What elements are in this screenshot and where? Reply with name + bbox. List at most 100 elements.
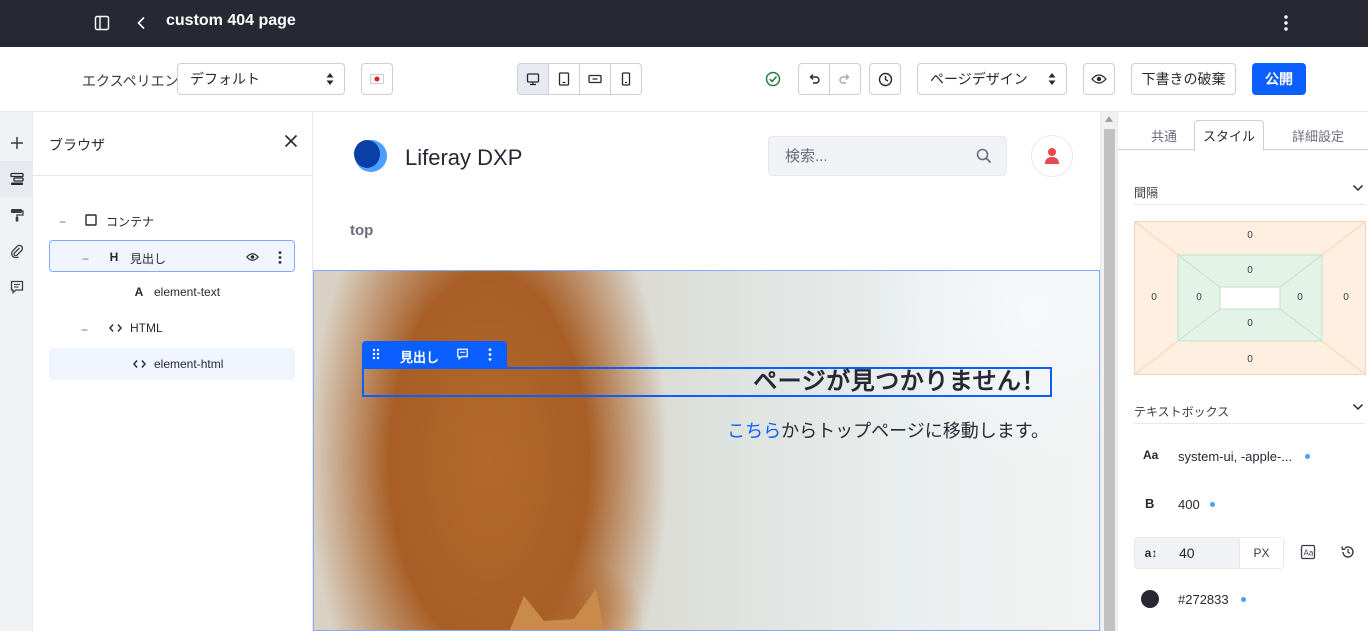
- browser-panel: ブラウザ − コンテナ − H 見出し A element-text − HTM…: [33, 112, 313, 631]
- paperclip-icon[interactable]: [0, 233, 33, 269]
- top-bar: custom 404 page: [0, 0, 1368, 47]
- tree-item-element-text[interactable]: A element-text: [49, 276, 295, 308]
- eye-icon[interactable]: [244, 249, 260, 265]
- experience-label: エクスペリエンス: [82, 73, 193, 89]
- font-family-value: system-ui, -apple-...: [1178, 449, 1293, 464]
- heading-text[interactable]: ページが見つかりません！: [753, 369, 1046, 395]
- flag-icon: [370, 74, 384, 84]
- select-caret-icon: [326, 73, 334, 85]
- chevron-down-icon[interactable]: [1352, 182, 1364, 197]
- margin-left-value[interactable]: 0: [1144, 292, 1164, 303]
- tree-item-element-html[interactable]: element-html: [49, 348, 295, 380]
- svg-text:Aa: Aa: [1304, 549, 1314, 558]
- publish-button[interactable]: 公開: [1252, 63, 1306, 95]
- preview-button[interactable]: [1083, 63, 1115, 95]
- user-icon: [1045, 148, 1059, 164]
- landscape-preview-button[interactable]: [580, 64, 611, 94]
- textbox-section-title[interactable]: テキストボックス: [1134, 403, 1229, 420]
- mobile-portrait-icon: [621, 72, 631, 86]
- close-icon[interactable]: [284, 134, 298, 151]
- tab-general[interactable]: 共通: [1126, 120, 1202, 150]
- language-flag-button[interactable]: [361, 63, 393, 95]
- margin-right-value[interactable]: 0: [1336, 292, 1356, 303]
- history-button[interactable]: [869, 63, 901, 95]
- home-link[interactable]: こちら: [727, 421, 781, 441]
- token-dot-icon: [1210, 502, 1215, 507]
- search-input[interactable]: [769, 137, 969, 175]
- discard-draft-button[interactable]: 下書きの破棄: [1131, 63, 1236, 95]
- sidebar-toggle-icon[interactable]: [90, 11, 114, 35]
- spacing-editor: 0 0 0 0 0 0 0 0: [1134, 221, 1366, 375]
- section-divider: [1134, 423, 1365, 424]
- tree-item-label: element-html: [154, 357, 224, 371]
- padding-top-value[interactable]: 0: [1240, 265, 1260, 276]
- comments-icon[interactable]: [0, 269, 33, 305]
- kebab-menu-icon[interactable]: [1274, 11, 1298, 35]
- editor-toolbar: エクスペリエンス デフォルト ページデザイン 下書きの破棄 公開: [0, 47, 1368, 112]
- undo-button[interactable]: [798, 63, 830, 95]
- site-header: Liferay DXP top: [313, 112, 1100, 270]
- canvas-scrollbar[interactable]: [1100, 112, 1117, 631]
- collapse-icon[interactable]: −: [81, 323, 88, 337]
- chevron-down-icon[interactable]: [1352, 401, 1364, 416]
- heading-fragment[interactable]: ページが見つかりません！: [362, 367, 1052, 397]
- kebab-menu-icon[interactable]: [272, 249, 288, 265]
- mobile-landscape-icon: [588, 74, 602, 84]
- token-dot-icon: [1305, 454, 1310, 459]
- font-size-input-group[interactable]: a↕ 40 PX: [1134, 537, 1284, 569]
- font-size-value[interactable]: 40: [1179, 545, 1195, 561]
- font-size-unit-select[interactable]: PX: [1239, 538, 1283, 568]
- mode-select[interactable]: ページデザイン: [917, 63, 1067, 95]
- scroll-up-arrow-icon[interactable]: [1105, 116, 1113, 122]
- select-caret-icon: [1048, 73, 1056, 85]
- liferay-logo[interactable]: [349, 138, 389, 174]
- desktop-preview-button[interactable]: [518, 64, 549, 94]
- mode-select-value: ページデザイン: [930, 71, 1028, 87]
- margin-bottom-value[interactable]: 0: [1240, 354, 1260, 365]
- token-value-icon[interactable]: Aa: [1300, 544, 1316, 563]
- hero-banner: 見出し ページが見つかりません！ こちらからトップページに移動します。: [313, 270, 1100, 631]
- comment-icon[interactable]: [454, 346, 470, 362]
- drag-handle-icon[interactable]: [368, 346, 384, 362]
- color-swatch[interactable]: [1141, 590, 1159, 608]
- paint-roller-icon[interactable]: [0, 197, 33, 233]
- padding-left-value[interactable]: 0: [1189, 292, 1209, 303]
- device-preview-group: [517, 63, 642, 95]
- nav-link-top[interactable]: top: [350, 222, 373, 239]
- portrait-preview-button[interactable]: [611, 64, 641, 94]
- tablet-preview-button[interactable]: [549, 64, 580, 94]
- tablet-icon: [558, 72, 570, 86]
- left-icon-sidebar: [0, 112, 33, 631]
- reset-history-icon[interactable]: [1340, 544, 1356, 563]
- search-icon[interactable]: [976, 148, 992, 167]
- tree-item-label: 見出し: [130, 252, 167, 266]
- tree-item-heading[interactable]: − H 見出し: [49, 240, 295, 272]
- tree-item-container[interactable]: − コンテナ: [49, 204, 295, 236]
- spacing-section-title[interactable]: 間隔: [1134, 184, 1158, 201]
- kebab-menu-icon[interactable]: [482, 346, 498, 362]
- fragment-toolbar: 見出し: [362, 341, 507, 367]
- padding-right-value[interactable]: 0: [1290, 292, 1310, 303]
- scrollbar-thumb[interactable]: [1104, 129, 1115, 631]
- experience-select[interactable]: デフォルト: [177, 63, 345, 95]
- redo-icon: [839, 74, 850, 84]
- margin-top-value[interactable]: 0: [1240, 230, 1260, 241]
- text-element-icon: A: [134, 285, 144, 299]
- site-name[interactable]: Liferay DXP: [405, 145, 522, 171]
- user-avatar[interactable]: [1031, 135, 1073, 177]
- tree-item-html[interactable]: − HTML: [49, 312, 295, 344]
- clock-icon: [878, 72, 892, 86]
- back-icon[interactable]: [130, 11, 154, 35]
- padding-bottom-value[interactable]: 0: [1240, 318, 1260, 329]
- tab-styles[interactable]: スタイル: [1194, 120, 1264, 151]
- fragment-toolbar-label: 見出し: [400, 350, 440, 365]
- tree-item-label: element-text: [154, 285, 221, 299]
- tab-advanced[interactable]: 詳細設定: [1270, 120, 1366, 150]
- subtext-paragraph: こちらからトップページに移動します。: [727, 417, 1049, 443]
- collapse-icon[interactable]: −: [59, 215, 66, 229]
- collapse-icon[interactable]: −: [82, 252, 89, 266]
- code-icon: [107, 320, 123, 336]
- redo-button[interactable]: [829, 63, 861, 95]
- browser-tree-icon[interactable]: [0, 161, 33, 197]
- add-fragment-icon[interactable]: [0, 125, 33, 161]
